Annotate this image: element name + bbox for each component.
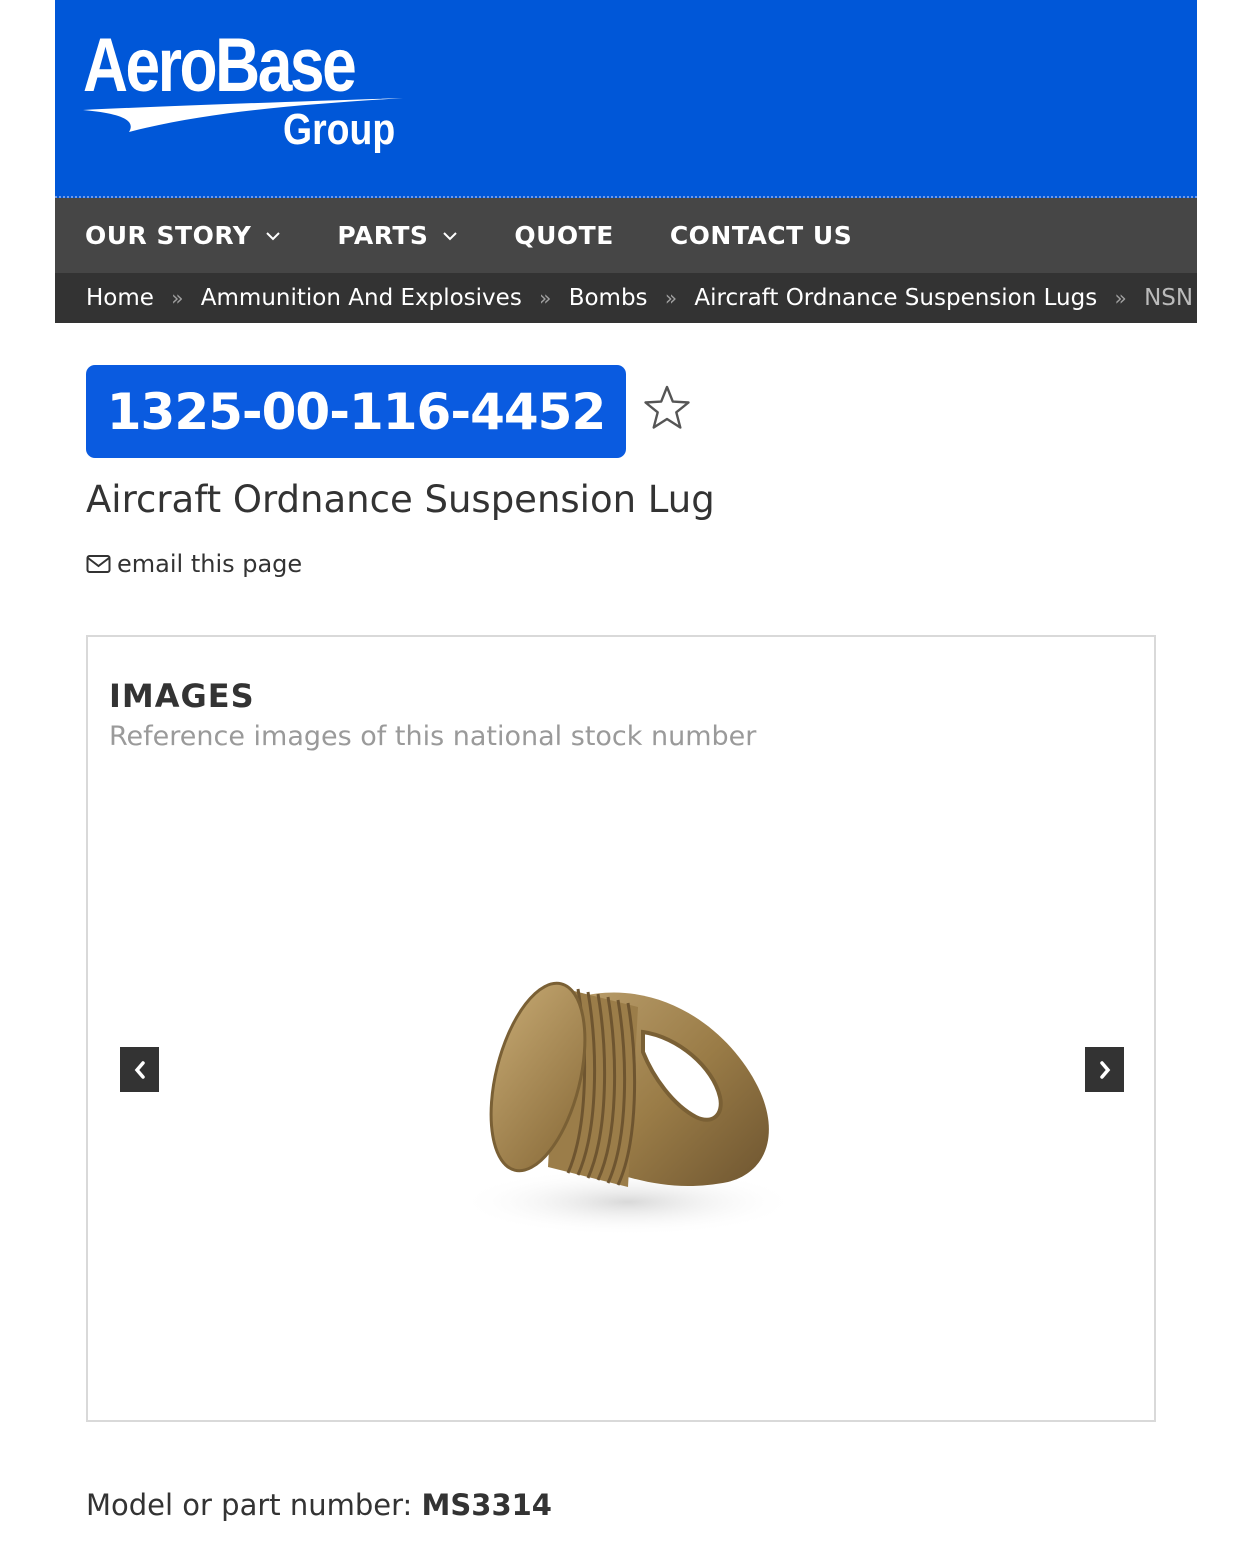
nav-item-parts[interactable]: PARTS <box>307 198 484 273</box>
product-image <box>458 981 798 1236</box>
nav-item-our-story[interactable]: OUR STORY <box>55 198 307 273</box>
page: AeroBase Group OUR STORY PARTS QUOTE CON… <box>0 0 1252 1558</box>
nav-item-quote[interactable]: QUOTE <box>484 198 639 273</box>
breadcrumb: Home » Ammunition And Explosives » Bombs… <box>55 273 1197 323</box>
images-heading: IMAGES <box>109 677 255 715</box>
chevron-left-icon <box>134 1060 145 1079</box>
nav-item-label: CONTACT US <box>669 221 853 250</box>
email-page-label: email this page <box>117 550 303 578</box>
breadcrumb-separator: » <box>1114 286 1127 310</box>
chevron-down-icon <box>443 231 458 240</box>
chevron-down-icon <box>266 231 281 240</box>
breadcrumb-ammunition[interactable]: Ammunition And Explosives <box>201 285 522 311</box>
breadcrumb-suspension-lugs[interactable]: Aircraft Ordnance Suspension Lugs <box>694 285 1097 311</box>
nav-item-label: QUOTE <box>514 221 614 250</box>
breadcrumb-current: NSN 1325-00-116-4452 <box>1144 285 1197 311</box>
nav-item-label: PARTS <box>337 221 429 250</box>
logo-wordmark: AeroBase <box>83 23 357 108</box>
images-subheading: Reference images of this national stock … <box>109 721 757 752</box>
envelope-icon <box>86 555 111 573</box>
images-panel: IMAGES Reference images of this national… <box>86 635 1156 1422</box>
breadcrumb-separator: » <box>664 286 678 310</box>
nav-item-contact-us[interactable]: CONTACT US <box>640 198 878 273</box>
breadcrumb-bombs[interactable]: Bombs <box>569 285 648 311</box>
product-title: Aircraft Ordnance Suspension Lug <box>86 478 715 521</box>
carousel-prev-button[interactable] <box>120 1047 159 1092</box>
part-number-value: MS3314 <box>421 1488 552 1522</box>
email-page-link[interactable]: email this page <box>86 550 302 578</box>
nsn-badge: 1325-00-116-4452 <box>86 365 626 458</box>
logo-subtitle: Group <box>283 105 396 154</box>
breadcrumb-separator: » <box>171 286 184 310</box>
nav-item-label: OUR STORY <box>85 221 252 250</box>
breadcrumb-separator: » <box>539 286 552 310</box>
main-nav: OUR STORY PARTS QUOTE CONTACT US <box>55 198 1197 273</box>
breadcrumb-home[interactable]: Home <box>86 285 154 311</box>
chevron-right-icon <box>1099 1060 1110 1079</box>
aerobase-logo[interactable]: AeroBase Group <box>83 24 413 164</box>
site-header: AeroBase Group <box>55 0 1197 198</box>
carousel-next-button[interactable] <box>1085 1047 1124 1092</box>
part-number: Model or part number: MS3314 <box>86 1488 552 1522</box>
star-outline-icon[interactable] <box>642 384 692 432</box>
part-number-label: Model or part number: <box>86 1488 422 1522</box>
